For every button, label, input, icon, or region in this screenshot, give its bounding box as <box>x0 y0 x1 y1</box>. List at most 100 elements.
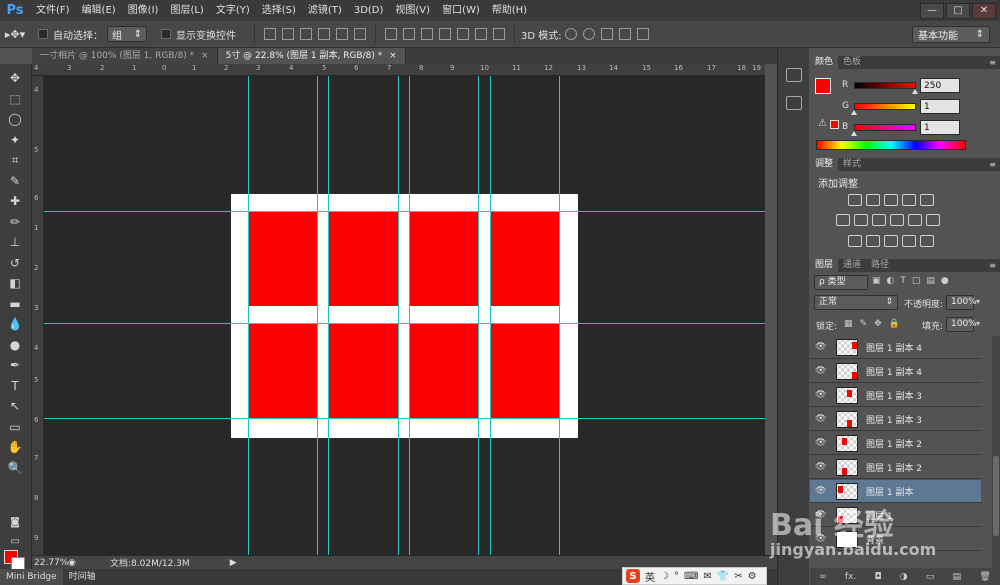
layer-row[interactable]: 👁 图层 1 副本 2 <box>810 456 981 479</box>
shape-tool-icon[interactable]: ▭ <box>6 419 24 435</box>
brightness-icon[interactable] <box>848 194 862 206</box>
hand-tool-icon[interactable]: ✋ <box>6 439 24 455</box>
menu-item-help[interactable]: 帮助(H) <box>486 0 533 21</box>
sogou-logo-icon[interactable]: S <box>626 569 640 583</box>
tab-five-inch[interactable]: 5寸 @ 22.8% (图层 1 副本, RGB/8) * × <box>217 48 406 64</box>
eye-icon[interactable]: 👁 <box>815 342 826 352</box>
move-tool-preset-icon[interactable]: ▸✥▾ <box>0 28 30 41</box>
menu-item-layer[interactable]: 图层(L) <box>164 0 209 21</box>
tab-channels[interactable]: 通道 <box>838 259 866 272</box>
guide-vertical[interactable] <box>328 76 329 555</box>
type-tool-icon[interactable]: T <box>6 378 24 394</box>
stamp-tool-icon[interactable]: ⊥ <box>6 234 24 250</box>
distribute-hcenter-icon[interactable] <box>457 28 469 40</box>
menu-item-view[interactable]: 视图(V) <box>389 0 436 21</box>
lock-position-icon[interactable]: ✥ <box>874 319 882 329</box>
path-select-tool-icon[interactable]: ↖ <box>6 398 24 414</box>
properties-panel-icon[interactable] <box>786 96 802 110</box>
layer-filter-dropdown[interactable]: ρ 类型 <box>814 275 868 290</box>
auto-select-checkbox[interactable] <box>38 29 48 39</box>
crop-tool-icon[interactable]: ⌗ <box>6 152 24 168</box>
close-icon[interactable]: × <box>201 51 209 61</box>
panel-menu-icon[interactable]: ≡ <box>989 261 996 270</box>
eyedropper-tool-icon[interactable]: ✎ <box>6 173 24 189</box>
color-spectrum[interactable] <box>816 140 966 150</box>
slider-thumb[interactable] <box>851 110 858 115</box>
trash-icon[interactable]: 🗑 <box>979 572 990 582</box>
tab-paths[interactable]: 路径 <box>866 259 894 272</box>
layer-row[interactable]: 👁 图层 1 副本 2 <box>810 432 981 455</box>
quick-mask-icon[interactable]: ◙ <box>6 515 24 531</box>
pen-tool-icon[interactable]: ✒ <box>6 357 24 373</box>
menu-item-file[interactable]: 文件(F) <box>30 0 76 21</box>
distribute-left-icon[interactable] <box>439 28 451 40</box>
eye-icon[interactable]: 👁 <box>815 414 826 424</box>
new-layer-icon[interactable]: ▤ <box>953 572 962 582</box>
guide-vertical[interactable] <box>478 76 479 555</box>
scroll-thumb[interactable] <box>993 456 999 536</box>
exposure-icon[interactable] <box>902 194 916 206</box>
tab-timeline[interactable]: 时间轴 <box>63 569 102 585</box>
websafe-swatch[interactable] <box>830 120 839 129</box>
bw-icon[interactable] <box>872 214 886 226</box>
filter-smart-icon[interactable]: ▤ <box>926 276 935 286</box>
channel-value-field[interactable]: 1 <box>920 120 960 135</box>
channel-slider[interactable] <box>854 103 916 110</box>
tab-styles[interactable]: 样式 <box>838 158 866 171</box>
menu-item-image[interactable]: 图像(I) <box>122 0 165 21</box>
tab-mini-bridge[interactable]: Mini Bridge <box>0 569 63 585</box>
color-balance-icon[interactable] <box>854 214 868 226</box>
screen-mode-icon[interactable]: ▭ <box>6 534 24 550</box>
channel-value-field[interactable]: 250 <box>920 78 960 93</box>
close-button[interactable]: ✕ <box>972 2 996 19</box>
ruler-vertical[interactable]: 4 5 6 1 2 3 4 5 6 7 8 9 <box>32 76 44 555</box>
menu-item-3d[interactable]: 3D(D) <box>348 0 390 21</box>
menu-item-select[interactable]: 选择(S) <box>256 0 302 21</box>
slider-thumb[interactable] <box>911 89 918 94</box>
show-transform-checkbox[interactable] <box>161 29 171 39</box>
3d-roll-icon[interactable] <box>582 28 595 40</box>
panel-menu-icon[interactable]: ≡ <box>989 160 996 169</box>
layer-row[interactable]: 👁 图层 1 副本 3 <box>810 384 981 407</box>
mail-icon[interactable]: ✉ <box>703 571 711 582</box>
channel-value-field[interactable]: 1 <box>920 99 960 114</box>
maximize-button[interactable]: □ <box>946 2 970 19</box>
workspace-dropdown[interactable]: 基本功能 ⇕ <box>912 26 990 43</box>
adjustment-layer-icon[interactable]: ◑ <box>900 572 908 582</box>
guide-vertical[interactable] <box>559 76 560 555</box>
guide-vertical[interactable] <box>248 76 249 555</box>
blend-mode-dropdown[interactable]: 正常 ⇕ <box>814 295 898 310</box>
menu-item-type[interactable]: 文字(Y) <box>210 0 256 21</box>
zoom-tool-icon[interactable]: 🔍 <box>6 460 24 476</box>
keyboard-icon[interactable]: ⌨ <box>684 571 698 582</box>
gradient-tool-icon[interactable]: ▬ <box>6 296 24 312</box>
3d-drag-icon[interactable] <box>600 28 613 40</box>
filter-shape-icon[interactable]: ▢ <box>912 276 921 286</box>
tab-one-inch-photo[interactable]: 一寸相片 @ 100% (图层 1, RGB/8) * × <box>32 48 218 64</box>
link-layers-icon[interactable]: ∞ <box>819 572 827 582</box>
warning-icon[interactable]: ⚠ <box>818 118 827 129</box>
curves-icon[interactable] <box>884 194 898 206</box>
slider-thumb[interactable] <box>851 131 858 136</box>
status-info-icon[interactable]: ◉ <box>68 558 82 568</box>
tab-swatches[interactable]: 色板 <box>838 56 866 69</box>
layer-row[interactable]: 👁 图层 1 副本 4 <box>810 360 981 383</box>
dodge-tool-icon[interactable]: ● <box>6 337 24 353</box>
filter-toggle-icon[interactable]: ● <box>941 276 949 286</box>
tab-layers[interactable]: 图层 <box>810 259 839 272</box>
canvas-area[interactable] <box>44 76 765 555</box>
healing-tool-icon[interactable]: ✚ <box>6 193 24 209</box>
filter-adjust-icon[interactable]: ◐ <box>887 276 895 286</box>
zoom-level[interactable]: 22.77% <box>32 558 68 568</box>
auto-align-icon[interactable] <box>493 28 505 40</box>
menu-item-filter[interactable]: 滤镜(T) <box>302 0 348 21</box>
guide-horizontal[interactable] <box>44 323 765 324</box>
3d-slide-icon[interactable] <box>618 28 631 40</box>
guide-horizontal[interactable] <box>44 211 765 212</box>
selective-color-icon[interactable] <box>902 235 916 247</box>
fill-arrow-icon[interactable]: ▾ <box>976 319 980 328</box>
close-icon[interactable]: × <box>389 51 397 61</box>
guide-vertical[interactable] <box>490 76 491 555</box>
layer-row[interactable]: 👁 图层 1 副本 4 <box>810 336 981 359</box>
eye-icon[interactable]: 👁 <box>815 366 826 376</box>
